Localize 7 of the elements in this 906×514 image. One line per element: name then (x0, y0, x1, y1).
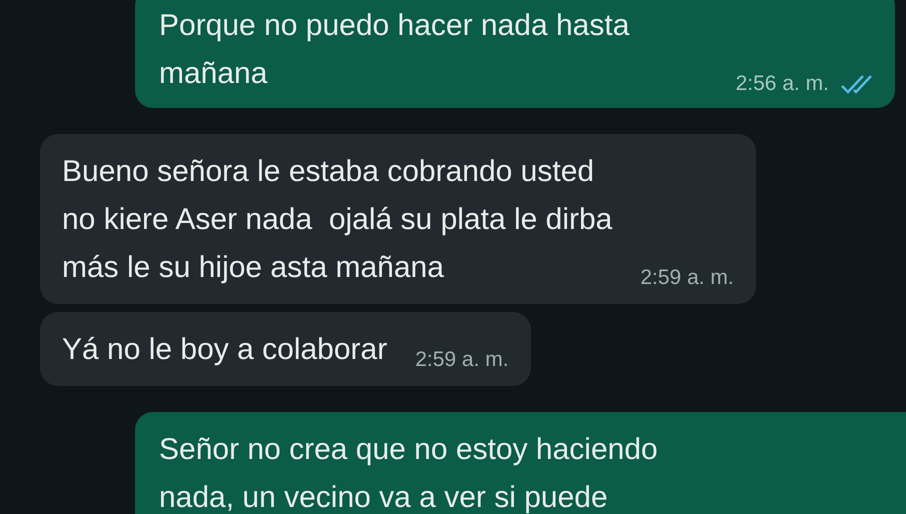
message-text: Porque no puedo hacer nada hasta mañana (159, 8, 630, 92)
message-text: Señor no crea que no estoy haciendo nada, un vecino va a ver si puede (159, 432, 658, 514)
message-time: 2:59 a. m. (415, 348, 509, 372)
message-time: 2:59 a. m. (640, 266, 734, 290)
message-text: Bueno señora le estaba cobrando usted no kiere Aser nada ojalá su plata le dirba más le su hijoe asta mañana (62, 154, 612, 286)
message-time: 2:56 a. m. (736, 72, 829, 96)
message-text: Yá no le boy a colaborar (62, 332, 388, 368)
